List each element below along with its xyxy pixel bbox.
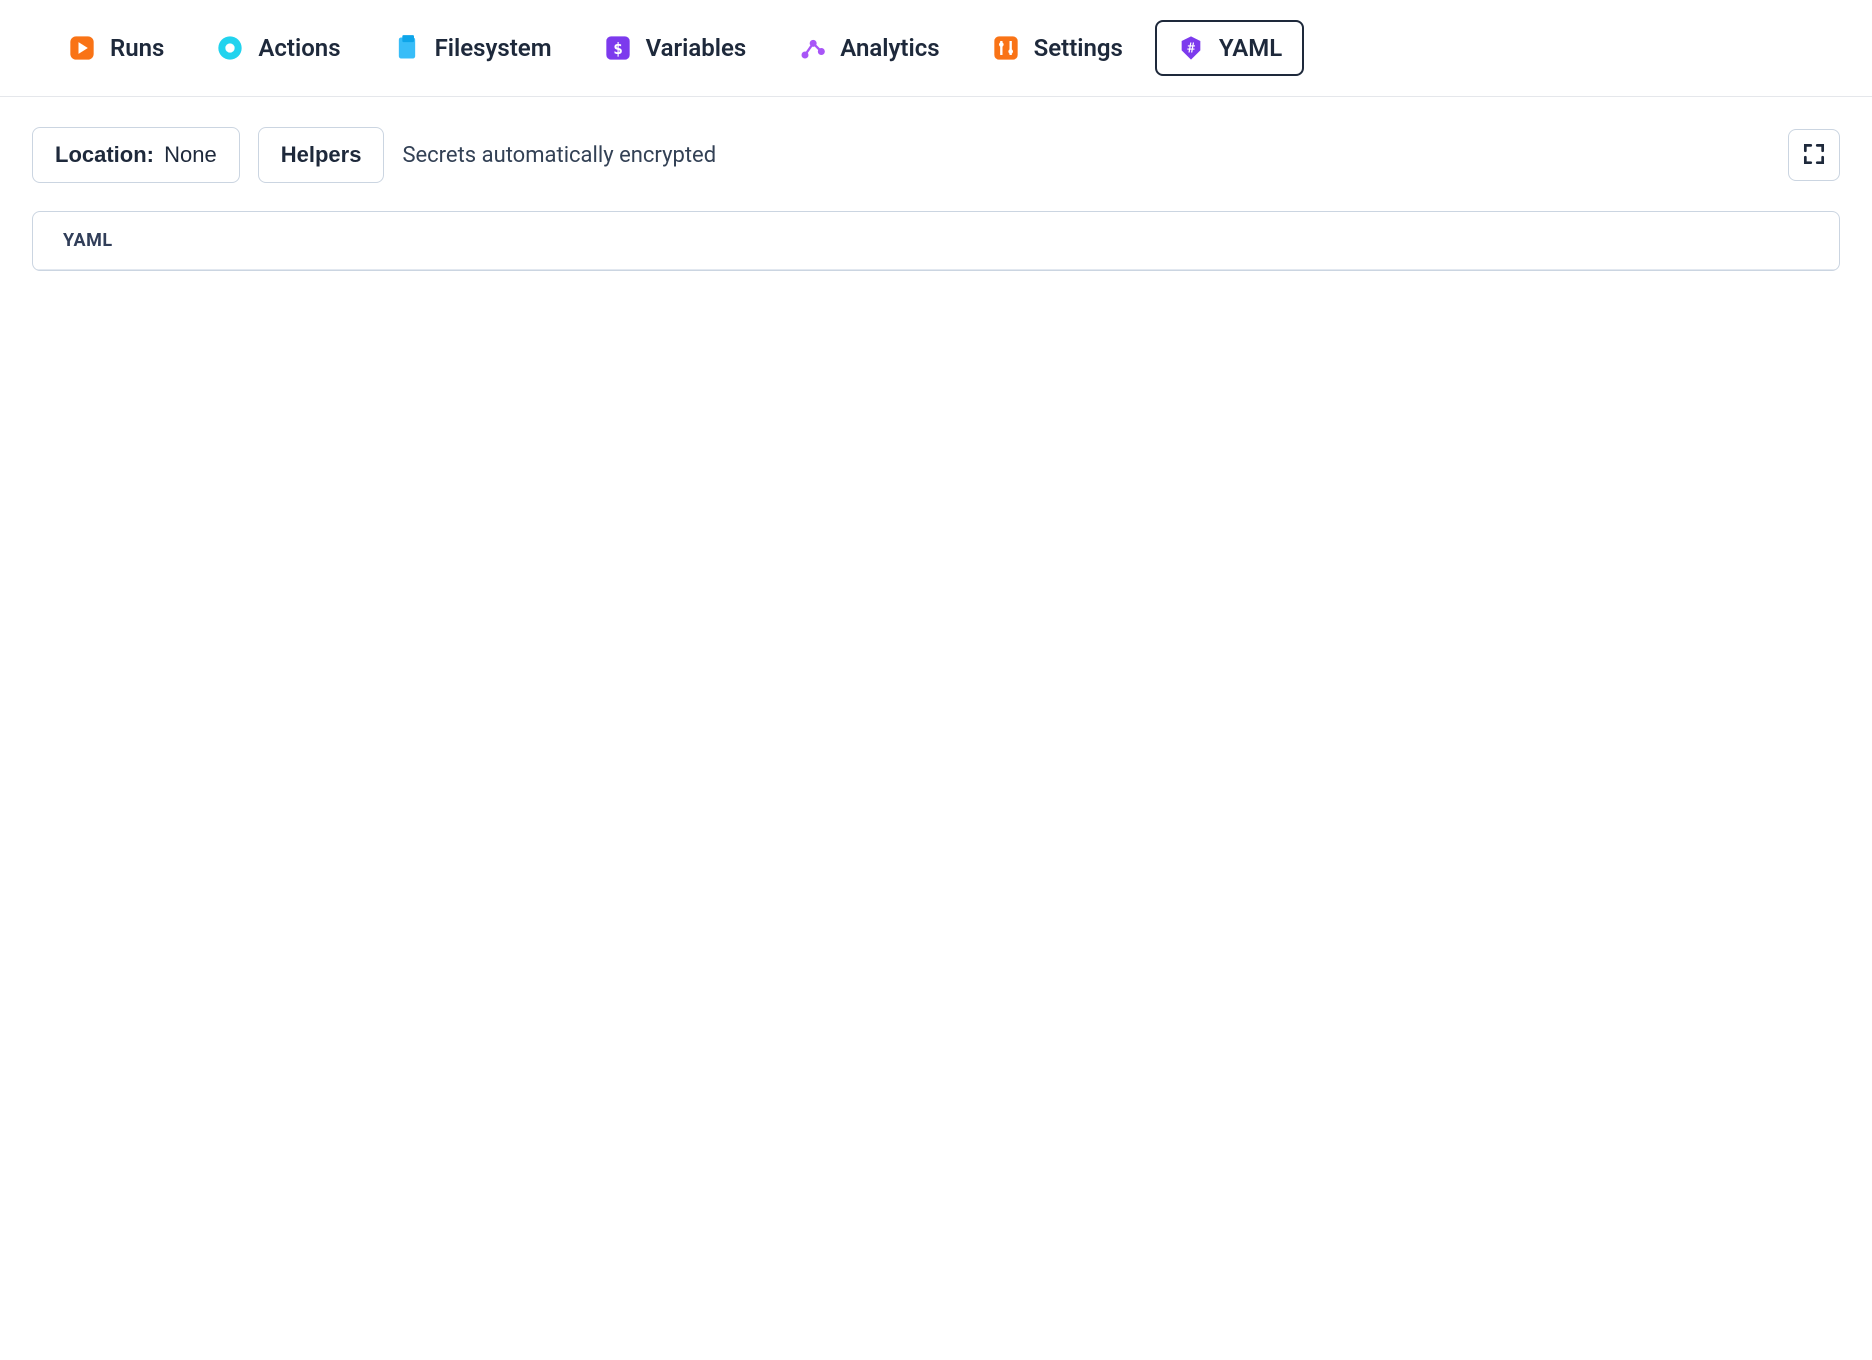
editor-tab-label: YAML	[63, 230, 113, 251]
location-button[interactable]: Location: None	[32, 127, 240, 183]
nav-label: YAML	[1219, 34, 1282, 62]
yaml-icon: #	[1177, 34, 1205, 62]
actions-icon	[216, 34, 244, 62]
analytics-icon	[798, 34, 826, 62]
nav-variables[interactable]: $ Variables	[584, 22, 767, 74]
toolbar: Location: None Helpers Secrets automatic…	[0, 97, 1872, 203]
top-nav: Runs Actions Filesystem $ Variables Anal…	[0, 0, 1872, 97]
nav-label: Actions	[258, 34, 340, 62]
variables-icon: $	[604, 34, 632, 62]
nav-label: Runs	[110, 34, 164, 62]
secrets-text: Secrets automatically encrypted	[402, 143, 716, 168]
editor-panel: YAML - pipeline: "Code style" events: - …	[32, 211, 1840, 271]
nav-label: Analytics	[840, 34, 939, 62]
filesystem-icon	[393, 34, 421, 62]
nav-yaml[interactable]: # YAML	[1155, 20, 1304, 76]
location-value: None	[164, 142, 217, 167]
nav-settings[interactable]: Settings	[972, 22, 1143, 74]
nav-analytics[interactable]: Analytics	[778, 22, 959, 74]
nav-actions[interactable]: Actions	[196, 22, 360, 74]
fullscreen-button[interactable]	[1788, 129, 1840, 181]
runs-icon	[68, 34, 96, 62]
nav-runs[interactable]: Runs	[48, 22, 184, 74]
svg-text:$: $	[613, 39, 623, 58]
location-label: Location:	[55, 142, 154, 167]
fullscreen-icon	[1801, 141, 1827, 170]
nav-label: Variables	[646, 34, 747, 62]
settings-icon	[992, 34, 1020, 62]
editor-tab-bar: YAML	[33, 212, 1839, 270]
nav-label: Filesystem	[435, 34, 552, 62]
nav-filesystem[interactable]: Filesystem	[373, 22, 572, 74]
svg-text:#: #	[1187, 41, 1196, 57]
nav-label: Settings	[1034, 34, 1123, 62]
helpers-button[interactable]: Helpers	[258, 127, 385, 183]
